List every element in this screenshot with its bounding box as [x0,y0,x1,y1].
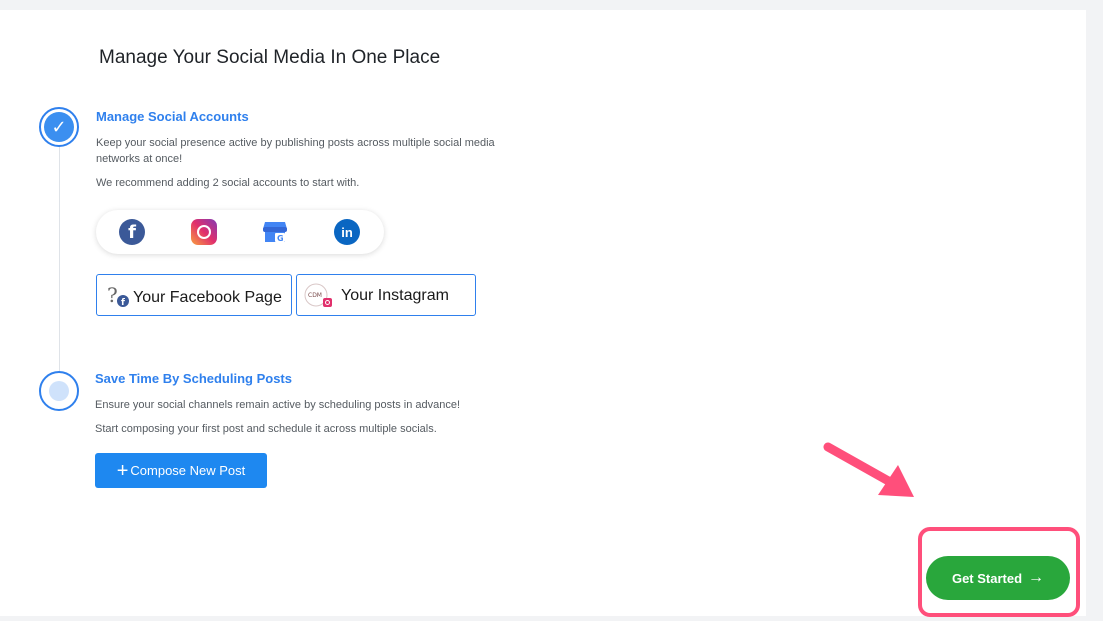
arrow-right-icon: → [1028,569,1045,586]
step-2-instruction: Start composing your first post and sche… [95,423,437,435]
social-network-picker: f G in [96,210,384,254]
step-1-title: Manage Social Accounts [96,109,249,124]
instagram-icon[interactable] [191,219,217,245]
pointer-arrow-icon [823,442,914,497]
facebook-glyph: f [128,221,136,243]
checkmark-icon: ✓ [44,112,74,142]
instagram-avatar-icon: CDM [304,283,332,307]
step-1-indicator: ✓ [39,107,79,147]
step-2-title: Save Time By Scheduling Posts [95,371,292,386]
step-1-recommendation: We recommend adding 2 social accounts to… [96,177,360,189]
svg-text:?: ? [107,285,118,307]
instagram-ring [197,225,211,239]
linkedin-glyph: in [341,224,353,240]
page-title: Manage Your Social Media In One Place [99,47,441,68]
svg-text:G: G [277,234,284,243]
svg-text:f: f [121,298,125,308]
get-started-button[interactable]: Get Started → [926,556,1070,600]
step-2-description: Ensure your social channels remain activ… [95,399,461,411]
step-2-indicator [39,371,79,411]
step-1-description: Keep your social presence active by publ… [96,137,495,165]
facebook-page-account-card[interactable]: ? f Your Facebook Page [96,274,292,316]
compose-new-post-button[interactable]: + Compose New Post [95,453,267,488]
svg-text:CDM: CDM [308,292,322,299]
step-2-dot [49,381,69,401]
get-started-label: Get Started [951,570,1023,586]
instagram-label: Your Instagram [341,287,449,304]
compose-new-post-label: Compose New Post [130,463,246,478]
google-business-icon[interactable]: G [262,219,288,245]
facebook-icon[interactable]: f [119,219,145,245]
instagram-account-card[interactable]: CDM Your Instagram [296,274,476,316]
plus-icon: + [116,459,129,482]
facebook-page-label: Your Facebook Page [133,289,282,306]
google-business-svg: G [263,222,287,243]
facebook-page-avatar-icon: ? f [107,285,129,308]
step-connector-line [59,146,60,374]
linkedin-icon[interactable]: in [334,219,360,245]
